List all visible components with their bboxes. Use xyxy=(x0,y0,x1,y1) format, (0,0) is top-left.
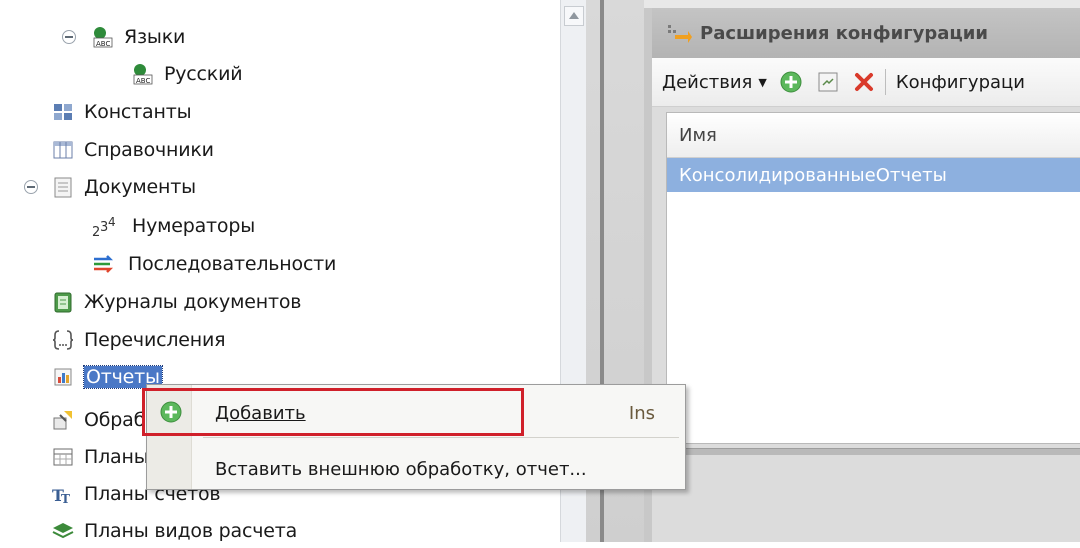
characteristic-types-icon xyxy=(52,446,74,468)
enumerations-icon xyxy=(52,329,74,351)
calculation-types-icon xyxy=(52,520,74,542)
tree-item-label: Справочники xyxy=(84,139,214,161)
documents-icon xyxy=(52,176,74,198)
configuration-menu-button[interactable]: Конфигураци xyxy=(896,72,1025,93)
tree-item-constants[interactable]: Константы xyxy=(52,95,192,129)
tree-item-label: Перечисления xyxy=(84,329,226,351)
dropdown-arrow-icon: ▼ xyxy=(758,75,767,89)
menu-divider xyxy=(203,437,679,438)
menu-item-shortcut: Ins xyxy=(628,402,655,424)
svg-text:ABC: ABC xyxy=(136,77,150,85)
tree-item-label: Планы видов расчета xyxy=(84,520,298,542)
tree-item-document-journals[interactable]: Журналы документов xyxy=(52,285,301,319)
extensions-window: Расширения конфигурации Действия ▼ Конфи… xyxy=(644,0,1080,542)
tree-item-label: Журналы документов xyxy=(84,291,302,313)
actions-menu-button[interactable]: Действия ▼ xyxy=(662,72,767,93)
tree-item-label: Русский xyxy=(164,63,243,85)
tree-item-label: Языки xyxy=(124,26,186,48)
catalogs-icon xyxy=(52,139,74,161)
constants-icon xyxy=(52,101,74,123)
data-processors-icon xyxy=(52,409,74,431)
window-title: Расширения конфигурации xyxy=(700,22,988,44)
menu-item-insert-external[interactable]: Вставить внешнюю обработку, отчет... xyxy=(147,445,685,493)
document-journals-icon xyxy=(52,291,74,313)
delete-button[interactable] xyxy=(853,71,875,93)
actions-label: Действия xyxy=(662,71,753,93)
edit-button[interactable] xyxy=(817,71,839,93)
svg-text:4: 4 xyxy=(108,215,116,229)
window-title-bar[interactable]: Расширения конфигурации xyxy=(652,8,1080,58)
tree-item-catalogs[interactable]: Справочники xyxy=(52,133,214,167)
table-cell: КонсолидированныеОтчеты xyxy=(679,164,947,186)
highlight-frame xyxy=(142,388,524,436)
languages-icon: ABC xyxy=(92,26,114,48)
language-item-icon: ABC xyxy=(132,63,154,85)
column-header-name[interactable]: Имя xyxy=(667,113,1080,158)
tree-item-calculation-types[interactable]: Планы видов расчета xyxy=(52,514,297,548)
tree-item-russian[interactable]: ABC Русский xyxy=(132,57,243,91)
svg-text:T: T xyxy=(61,492,70,505)
reports-icon xyxy=(52,366,74,388)
sequences-icon xyxy=(92,253,114,275)
tree-item-label: Документы xyxy=(84,176,196,198)
collapse-icon[interactable] xyxy=(62,30,76,44)
tree-item-sequences[interactable]: Последовательности xyxy=(92,247,336,281)
chart-of-accounts-icon: TT xyxy=(52,483,74,506)
numerators-icon: 234 xyxy=(92,215,122,240)
tree-item-label: Последовательности xyxy=(128,253,337,275)
extensions-icon xyxy=(666,22,692,44)
scroll-up-arrow-icon[interactable] xyxy=(564,6,584,26)
tree-item-label: Константы xyxy=(84,101,192,123)
column-header-label: Имя xyxy=(679,124,717,146)
tree-item-languages[interactable]: ABC Языки xyxy=(62,20,185,54)
svg-text:ABC: ABC xyxy=(96,40,110,48)
table-row[interactable]: КонсолидированныеОтчеты xyxy=(667,158,1080,192)
add-button[interactable] xyxy=(779,70,803,94)
menu-item-label: Вставить внешнюю обработку, отчет... xyxy=(215,458,587,480)
tree-item-enumerations[interactable]: Перечисления xyxy=(52,323,226,357)
window-bottom-border xyxy=(652,448,1080,455)
extensions-table[interactable]: Имя КонсолидированныеОтчеты xyxy=(666,112,1080,444)
toolbar-separator xyxy=(884,69,886,95)
tree-item-documents[interactable]: Документы xyxy=(24,170,196,204)
window-toolbar: Действия ▼ Конфигураци xyxy=(652,58,1080,107)
tree-item-label: Нумераторы xyxy=(132,215,256,237)
tree-item-numerators[interactable]: 234 Нумераторы xyxy=(92,209,255,243)
collapse-icon[interactable] xyxy=(24,180,38,194)
